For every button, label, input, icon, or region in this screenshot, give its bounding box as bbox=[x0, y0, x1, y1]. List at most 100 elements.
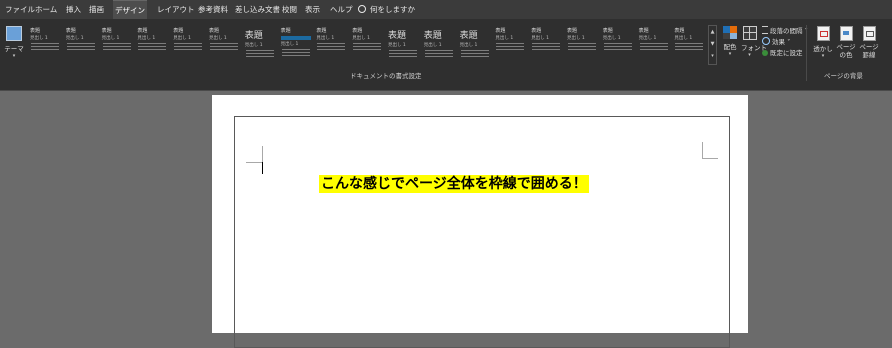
thumbnail-title: 表題 bbox=[352, 28, 363, 34]
thumbnail-text-line bbox=[281, 55, 310, 56]
watermark-button[interactable]: 透かし ▾ bbox=[812, 26, 834, 59]
page-color-button[interactable]: ページの色 bbox=[835, 26, 857, 59]
thumbnail-text-line bbox=[210, 49, 238, 50]
group-divider bbox=[806, 25, 807, 81]
thumbnail-heading: 見出し 1 bbox=[280, 42, 299, 47]
style-set-thumbnail[interactable]: 表題 見出し 1 bbox=[278, 25, 313, 63]
style-set-thumbnail[interactable]: 表題 見出し 1 bbox=[600, 25, 635, 63]
style-set-thumbnail[interactable]: 表題 見出し 1 bbox=[421, 25, 456, 63]
chevron-down-icon: ▾ bbox=[728, 51, 732, 57]
thumbnail-text-line bbox=[353, 43, 382, 44]
style-set-thumbnail[interactable]: 表題見出し 1 bbox=[135, 25, 170, 63]
thumbnail-text-line bbox=[66, 43, 95, 44]
ribbon: テーマ ▾ 表題 見出し 1 表題 見出し 1 表題 見出し 1 表題 見出し 1 表題 見出し … bbox=[0, 19, 892, 91]
style-set-thumbnail[interactable]: 表題見出し 1 bbox=[565, 25, 599, 63]
paragraph-spacing-button[interactable]: 段落の間隔 ˅ bbox=[762, 25, 808, 35]
thumbnail-title: 表題 bbox=[567, 28, 578, 34]
style-set-gallery: 表題 見出し 1 表題 見出し 1 表題 見出し 1 表題 見出し 1 表題 見出し 1 表題 見出し… bbox=[28, 25, 716, 65]
thumbnail-text-line bbox=[174, 49, 203, 50]
thumbnail-title: 表題 bbox=[388, 31, 407, 41]
thumbnail-text-line bbox=[675, 46, 704, 47]
thumbnail-text-line bbox=[424, 50, 453, 51]
thumbnail-text-line bbox=[174, 43, 203, 44]
crop-mark bbox=[246, 162, 262, 163]
style-set-thumbnail[interactable]: 表題見出し 1 bbox=[672, 25, 707, 63]
thumbnail-heading: 見出し 1 bbox=[101, 36, 120, 41]
thumbnail-text-line bbox=[210, 43, 238, 44]
thumbnail-text-line bbox=[603, 49, 632, 50]
tab-review[interactable]: 校閲 bbox=[282, 0, 297, 19]
thumbnail-text-line bbox=[210, 46, 238, 47]
thumbnail-text-line bbox=[532, 43, 561, 44]
style-set-thumbnail[interactable]: 表題 見出し 1 bbox=[207, 25, 241, 63]
crop-mark bbox=[702, 158, 718, 159]
style-set-thumbnail[interactable]: 表題 見出し 1 bbox=[350, 25, 385, 63]
tab-help[interactable]: ヘルプ bbox=[330, 0, 353, 19]
style-set-thumbnail[interactable]: 表題見出し 1 bbox=[386, 25, 420, 63]
thumbnail-title: 表題 bbox=[101, 28, 112, 34]
style-set-thumbnail[interactable]: 表題 見出し 1 bbox=[171, 25, 206, 63]
thumbnail-text-line bbox=[568, 49, 596, 50]
page-borders-label: ページ罫線 bbox=[859, 43, 879, 59]
thumbnail-text-line bbox=[281, 49, 310, 50]
tab-mailings[interactable]: 差し込み文書 bbox=[235, 0, 280, 19]
thumbnail-text-line bbox=[102, 49, 131, 50]
colors-button[interactable]: 配色 ▾ bbox=[722, 26, 738, 57]
effects-button[interactable]: 効果 ˅ bbox=[762, 36, 790, 46]
thumbnail-text-line bbox=[138, 46, 167, 47]
tab-view[interactable]: 表示 bbox=[305, 0, 320, 19]
thumbnail-title: 表題 bbox=[137, 28, 148, 34]
thumbnail-title: 表題 bbox=[316, 28, 327, 34]
style-set-thumbnail[interactable]: 表題 見出し 1 bbox=[529, 25, 564, 63]
fonts-button[interactable]: フォント ▾ bbox=[741, 26, 767, 58]
thumbnail-heading: 見出し 1 bbox=[388, 43, 406, 48]
tab-design[interactable]: デザイン bbox=[113, 0, 147, 20]
thumbnail-heading: 見出し 1 bbox=[674, 36, 693, 41]
tab-insert[interactable]: 挿入 bbox=[66, 0, 81, 19]
tell-me-search[interactable]: 何をしますか bbox=[358, 0, 415, 19]
style-set-thumbnail[interactable]: 表題 見出し 1 bbox=[457, 25, 492, 63]
themes-button[interactable]: テーマ ▾ bbox=[4, 26, 24, 66]
gallery-scroll[interactable]: ▲ ▼ ▾ bbox=[708, 25, 717, 65]
set-default-button[interactable]: 既定に設定 bbox=[762, 47, 803, 57]
thumbnail-text-line bbox=[389, 53, 417, 54]
style-set-thumbnail[interactable]: 表題 見出し 1 bbox=[493, 25, 528, 63]
thumbnail-text-line bbox=[138, 43, 167, 44]
thumbnail-text-line bbox=[138, 49, 167, 50]
tab-home[interactable]: ホーム bbox=[35, 0, 57, 19]
page-borders-button[interactable]: ページ罫線 bbox=[858, 26, 880, 59]
tab-references[interactable]: 参考資料 bbox=[198, 0, 228, 19]
tab-file[interactable]: ファイル bbox=[5, 0, 35, 19]
thumbnail-heading: 見出し 1 bbox=[316, 36, 335, 41]
thumbnail-title: 表題 bbox=[531, 28, 542, 34]
thumbnail-text-line bbox=[317, 49, 346, 50]
thumbnail-text-line bbox=[639, 49, 668, 50]
style-set-thumbnail[interactable]: 表題見出し 1 bbox=[314, 25, 349, 63]
thumbnail-text-line bbox=[424, 53, 453, 54]
chevron-down-icon: ▾ bbox=[748, 52, 751, 58]
thumbnail-title: 表題 bbox=[423, 31, 442, 41]
thumbnail-title: 表題 bbox=[674, 28, 685, 34]
text-cursor bbox=[262, 162, 263, 174]
thumbnail-text-line bbox=[496, 49, 525, 50]
paragraph-spacing-icon bbox=[762, 26, 768, 34]
thumbnail-text-line bbox=[281, 52, 310, 53]
thumbnail-text-line bbox=[317, 43, 346, 44]
thumbnail-heading: 見出し 1 bbox=[567, 36, 585, 41]
style-set-thumbnail[interactable]: 表題 見出し 1 bbox=[242, 25, 277, 63]
thumbnail-text-line bbox=[389, 56, 417, 57]
thumbnail-heading: 見出し 1 bbox=[137, 36, 156, 41]
thumbnail-title: 表題 bbox=[602, 28, 613, 34]
style-set-thumbnail[interactable]: 表題見出し 1 bbox=[99, 25, 134, 63]
scroll-up-icon: ▲ bbox=[710, 29, 715, 35]
style-set-thumbnail[interactable]: 表題 見出し 1 bbox=[63, 25, 98, 63]
tab-layout[interactable]: レイアウト bbox=[157, 0, 195, 19]
thumbnail-title: 表題 bbox=[209, 28, 220, 34]
thumbnail-title: 表題 bbox=[244, 31, 263, 41]
tab-draw[interactable]: 描画 bbox=[89, 0, 104, 19]
style-set-thumbnail[interactable]: 表題 見出し 1 bbox=[28, 25, 62, 63]
thumbnail-text-line bbox=[639, 46, 668, 47]
lightbulb-icon bbox=[358, 5, 366, 13]
thumbnail-text-line bbox=[389, 50, 417, 51]
style-set-thumbnail[interactable]: 表題 見出し 1 bbox=[636, 25, 671, 63]
